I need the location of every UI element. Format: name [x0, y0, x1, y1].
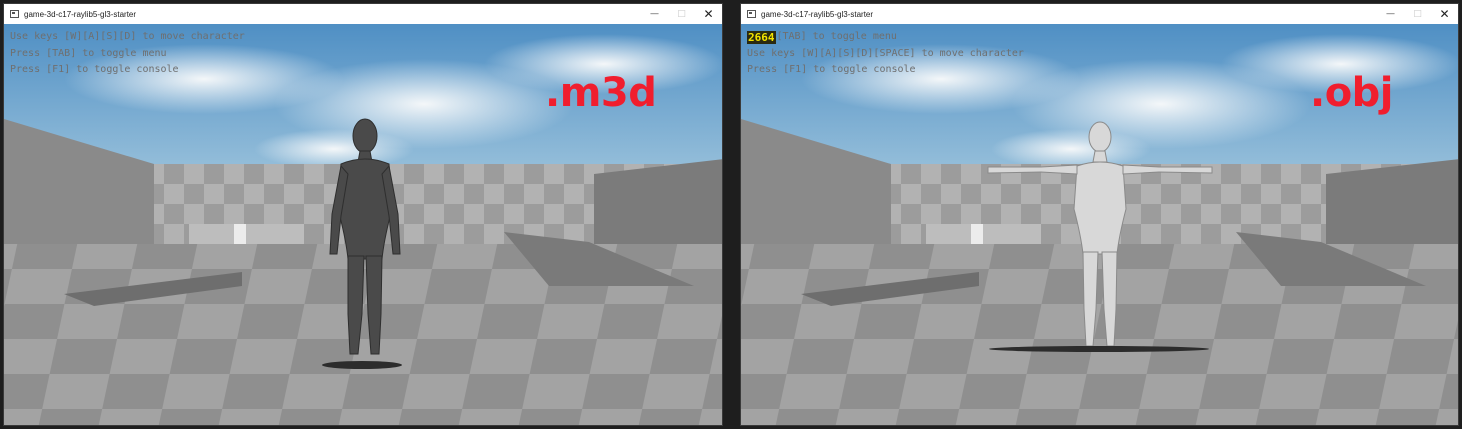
game-window-m3d[interactable]: game-3d-c17-raylib5-gl3-starter — □ ✕ Us… — [3, 3, 723, 426]
game-viewport[interactable]: 2664 [TAB] to toggle menu Use keys [W][A… — [741, 24, 1458, 425]
fps-row: 2664 [TAB] to toggle menu — [747, 29, 1024, 46]
maximize-icon[interactable]: □ — [668, 4, 695, 24]
hud-overlay: 2664 [TAB] to toggle menu Use keys [W][A… — [747, 29, 1024, 79]
title-bar[interactable]: game-3d-c17-raylib5-gl3-starter — □ ✕ — [4, 4, 722, 24]
hud-line: Press [F1] to toggle console — [10, 64, 179, 75]
hud-overlay: Use keys [W][A][S][D] to move character … — [10, 29, 245, 79]
close-icon[interactable]: ✕ — [1431, 4, 1458, 24]
window-controls: — □ ✕ — [1377, 4, 1458, 24]
hud-line: Use keys [W][A][S][D][SPACE] to move cha… — [747, 47, 1024, 59]
hud-line: Use keys [W][A][S][D] to move character — [10, 31, 245, 42]
hud-line: Press [TAB] to toggle menu — [10, 47, 167, 59]
close-icon[interactable]: ✕ — [695, 4, 722, 24]
hud-line: [TAB] to toggle menu — [776, 31, 897, 42]
app-icon — [747, 10, 756, 18]
title-bar[interactable]: game-3d-c17-raylib5-gl3-starter — □ ✕ — [741, 4, 1458, 24]
app-icon — [10, 10, 19, 18]
format-label: .obj — [1310, 70, 1394, 116]
format-label: .m3d — [545, 70, 657, 116]
minimize-icon[interactable]: — — [1377, 4, 1404, 24]
fps-counter: 2664 — [747, 30, 776, 44]
window-title: game-3d-c17-raylib5-gl3-starter — [24, 9, 137, 19]
game-viewport[interactable]: Use keys [W][A][S][D] to move character … — [4, 24, 722, 425]
window-controls: — □ ✕ — [641, 4, 722, 24]
game-window-obj[interactable]: game-3d-c17-raylib5-gl3-starter — □ ✕ 26… — [740, 3, 1459, 426]
hud-line: Press [F1] to toggle console — [747, 64, 916, 75]
maximize-icon[interactable]: □ — [1404, 4, 1431, 24]
minimize-icon[interactable]: — — [641, 4, 668, 24]
window-title: game-3d-c17-raylib5-gl3-starter — [761, 9, 874, 19]
